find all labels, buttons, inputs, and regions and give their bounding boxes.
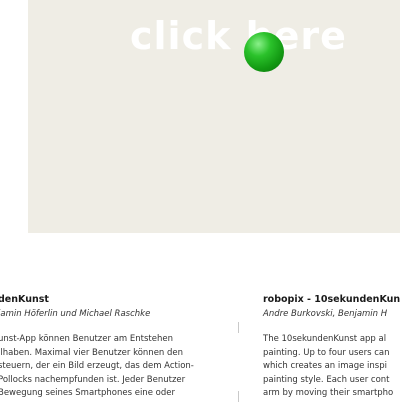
left-article-body: unst-App können Benutzer am Entstehen il… — [0, 333, 194, 401]
left-article: denKunst jamin Höferlin und Michael Rasc… — [0, 294, 194, 401]
left-article-title: denKunst — [0, 294, 49, 305]
right-body-line: painting style. Each user cont — [263, 374, 390, 385]
green-ball[interactable] — [244, 32, 284, 72]
left-body-line: Bewegung seines Smartphones eine oder — [0, 388, 175, 399]
right-article-authors: Andre Burkovski, Benjamin H — [263, 309, 388, 319]
right-article: robopix - 10sekundenKun Andre Burkovski,… — [263, 294, 400, 401]
right-body-line: which creates an image inspi — [263, 361, 387, 372]
right-body-line: The 10sekundenKunst app al — [263, 334, 387, 344]
click-here-label[interactable]: click here — [130, 14, 347, 58]
left-body-line: ilhaben. Maximal vier Benutzer können de… — [0, 347, 184, 358]
column-divider — [238, 391, 239, 402]
right-article-body: The 10sekundenKunst app al painting. Up … — [263, 333, 400, 401]
left-body-line: unst-App können Benutzer am Entstehen — [0, 334, 173, 344]
left-body-line: Pollocks nachempfunden ist. Jeder Benutz… — [0, 374, 186, 385]
left-article-authors: jamin Höferlin und Michael Raschke — [0, 309, 151, 319]
column-divider — [238, 322, 239, 333]
right-article-title: robopix - 10sekundenKun — [263, 294, 400, 305]
right-body-line: arm by moving their smartpho — [263, 388, 394, 399]
interactive-canvas[interactable]: click here — [28, 0, 400, 233]
right-body-line: painting. Up to four users can — [263, 347, 390, 358]
left-body-line: steuern, der ein Bild erzeugt, das dem A… — [0, 361, 194, 372]
